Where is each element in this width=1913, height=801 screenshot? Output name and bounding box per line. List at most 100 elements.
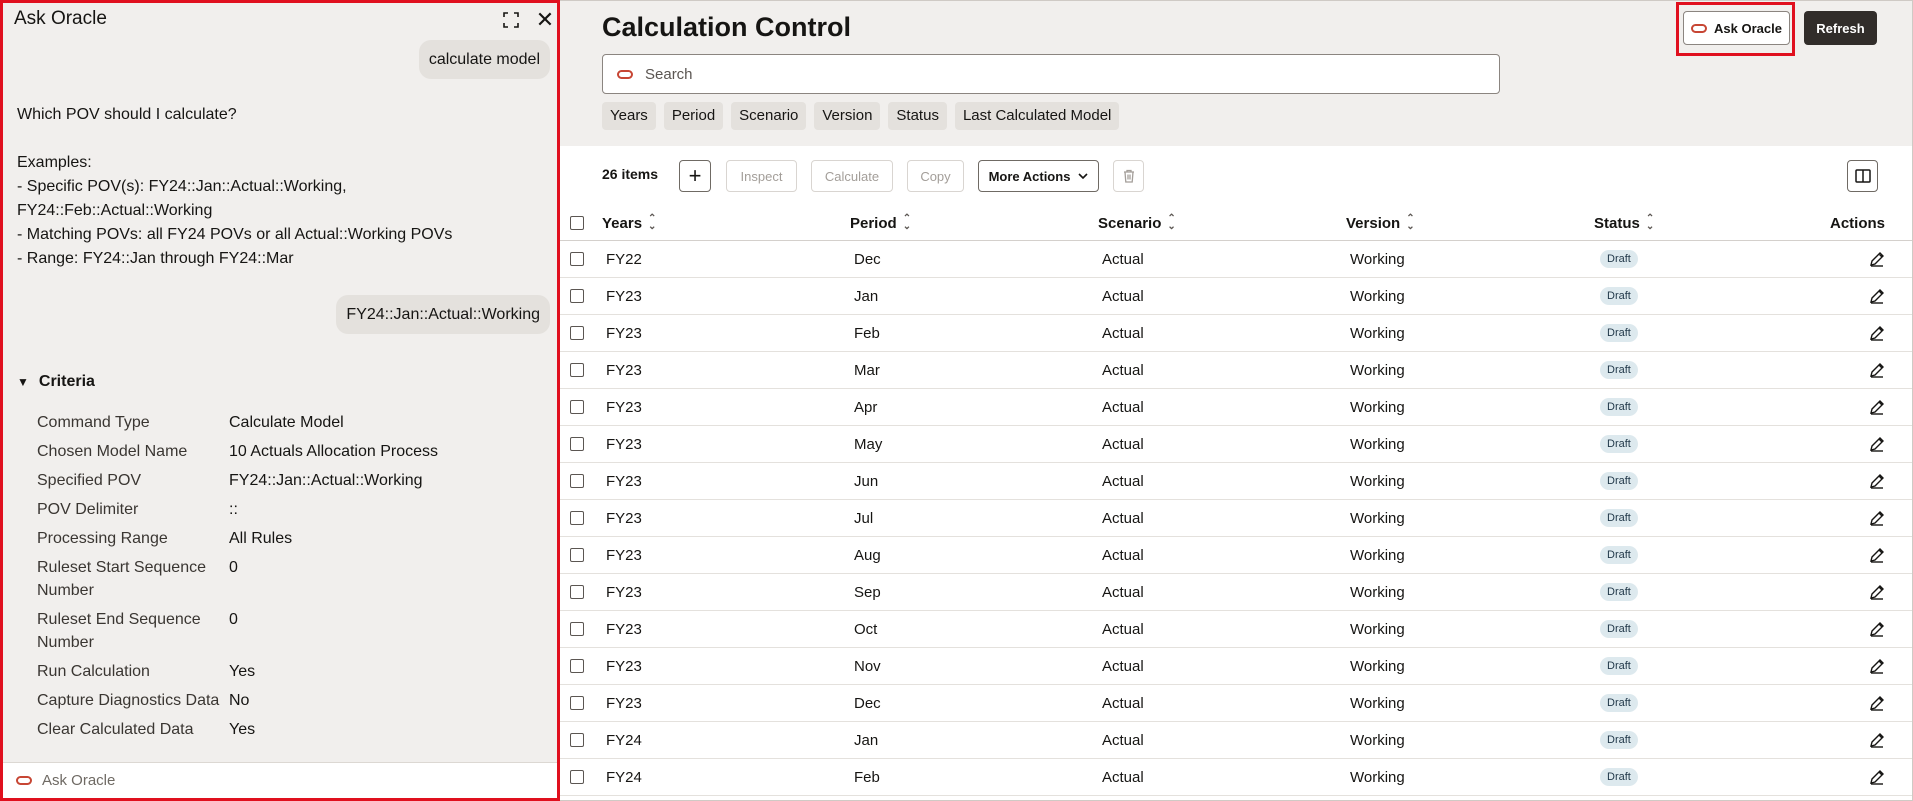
cell-period: Feb [854, 768, 880, 786]
row-checkbox[interactable] [570, 437, 584, 451]
cell-period: Apr [854, 398, 878, 416]
inspect-button[interactable]: Inspect [726, 160, 797, 192]
pencil-icon[interactable] [1869, 732, 1885, 748]
row-checkbox[interactable] [570, 363, 584, 377]
filter-chip-version[interactable]: Version [814, 102, 881, 130]
cell-scenario: Actual [1102, 546, 1144, 564]
select-all-checkbox[interactable] [570, 216, 584, 230]
more-actions-button[interactable]: More Actions [978, 160, 1099, 192]
pencil-icon[interactable] [1869, 325, 1885, 341]
cell-period: Jun [854, 472, 879, 490]
row-checkbox[interactable] [570, 252, 584, 266]
table-row[interactable]: FY23 Apr Actual Working Draft [560, 389, 1912, 426]
pencil-icon[interactable] [1869, 288, 1885, 304]
cell-period: Mar [854, 361, 880, 379]
cell-years: FY23 [606, 546, 642, 564]
table-row[interactable]: FY23 Feb Actual Working Draft [560, 315, 1912, 352]
pencil-icon[interactable] [1869, 436, 1885, 452]
expand-icon[interactable] [499, 8, 523, 32]
row-checkbox[interactable] [570, 585, 584, 599]
calculate-button[interactable]: Calculate [811, 160, 893, 192]
pencil-icon[interactable] [1869, 695, 1885, 711]
pencil-icon[interactable] [1869, 510, 1885, 526]
filter-chip-scenario[interactable]: Scenario [731, 102, 807, 130]
row-checkbox[interactable] [570, 289, 584, 303]
status-badge: Draft [1600, 250, 1638, 268]
sort-icon: ⌃ ⌄ [1406, 213, 1415, 232]
table-row[interactable]: FY23 Jul Actual Working Draft [560, 500, 1912, 537]
split-panel-icon [1854, 169, 1871, 183]
filter-chip-period[interactable]: Period [663, 102, 724, 130]
criteria-row: Ruleset End Sequence Number 0 [37, 608, 547, 654]
pencil-icon[interactable] [1869, 584, 1885, 600]
split-panel-button[interactable] [1847, 160, 1878, 192]
status-badge: Draft [1600, 324, 1638, 342]
column-header-years[interactable]: Years ⌃ ⌄ [602, 206, 656, 240]
cell-period: Jan [854, 731, 879, 749]
pencil-icon[interactable] [1869, 547, 1885, 563]
ask-oracle-input[interactable] [42, 772, 512, 789]
cell-period: Dec [854, 694, 881, 712]
pencil-icon[interactable] [1869, 399, 1885, 415]
row-checkbox[interactable] [570, 474, 584, 488]
refresh-button[interactable]: Refresh [1804, 11, 1877, 45]
table-row[interactable]: FY24 Feb Actual Working Draft [560, 759, 1912, 796]
row-checkbox[interactable] [570, 622, 584, 636]
cell-period: May [854, 435, 883, 453]
table-row[interactable]: FY23 Jun Actual Working Draft [560, 463, 1912, 500]
filter-chip-status[interactable]: Status [888, 102, 947, 130]
row-checkbox[interactable] [570, 400, 584, 414]
search-box [602, 54, 1500, 94]
row-checkbox[interactable] [570, 511, 584, 525]
assistant-line [17, 127, 547, 151]
delete-button[interactable] [1113, 160, 1144, 192]
column-header-version[interactable]: Version ⌃ ⌄ [1346, 206, 1415, 240]
table-row[interactable]: FY23 May Actual Working Draft [560, 426, 1912, 463]
column-header-actions: Actions [1829, 214, 1885, 232]
column-header-status[interactable]: Status ⌃ ⌄ [1594, 206, 1654, 240]
ask-oracle-button[interactable]: Ask Oracle [1683, 11, 1790, 45]
cell-years: FY23 [606, 583, 642, 601]
pencil-icon[interactable] [1869, 473, 1885, 489]
filter-chip-last-calculated-model[interactable]: Last Calculated Model [954, 102, 1120, 130]
row-checkbox[interactable] [570, 770, 584, 784]
add-button[interactable]: + [679, 160, 711, 192]
more-actions-label: More Actions [988, 168, 1071, 184]
ask-oracle-button-label: Ask Oracle [1714, 20, 1782, 36]
criteria-key: Ruleset Start Sequence Number [37, 559, 206, 599]
table-row[interactable]: FY23 Nov Actual Working Draft [560, 648, 1912, 685]
table-row[interactable]: FY23 Oct Actual Working Draft [560, 611, 1912, 648]
row-checkbox[interactable] [570, 733, 584, 747]
table-row[interactable]: FY23 Sep Actual Working Draft [560, 574, 1912, 611]
plus-icon: + [688, 163, 702, 188]
table-row[interactable]: FY23 Jan Actual Working Draft [560, 278, 1912, 315]
pencil-icon[interactable] [1869, 362, 1885, 378]
table-row[interactable]: FY24 Jan Actual Working Draft [560, 722, 1912, 759]
row-checkbox[interactable] [570, 548, 584, 562]
cell-scenario: Actual [1102, 768, 1144, 786]
pencil-icon[interactable] [1869, 658, 1885, 674]
criteria-value: 10 Actuals Allocation Process [229, 443, 439, 460]
criteria-value: 0 [229, 559, 238, 576]
criteria-disclosure[interactable]: ▼ Criteria [17, 373, 95, 391]
assistant-line: Examples: [17, 154, 92, 171]
table-row[interactable]: FY23 Mar Actual Working Draft [560, 352, 1912, 389]
status-badge: Draft [1600, 287, 1638, 305]
table-row[interactable]: FY22 Dec Actual Working Draft [560, 241, 1912, 278]
close-icon[interactable]: ✕ [533, 8, 557, 32]
column-header-period[interactable]: Period ⌃ ⌄ [850, 206, 911, 240]
pencil-icon[interactable] [1869, 251, 1885, 267]
copy-button[interactable]: Copy [907, 160, 964, 192]
filter-chip-years[interactable]: Years [602, 102, 656, 130]
status-badge: Draft [1600, 435, 1638, 453]
pencil-icon[interactable] [1869, 769, 1885, 785]
cell-version: Working [1350, 472, 1405, 490]
row-checkbox[interactable] [570, 659, 584, 673]
table-row[interactable]: FY23 Dec Actual Working Draft [560, 685, 1912, 722]
table-row[interactable]: FY23 Aug Actual Working Draft [560, 537, 1912, 574]
column-header-scenario[interactable]: Scenario ⌃ ⌄ [1098, 206, 1176, 240]
search-input[interactable] [645, 65, 1485, 83]
pencil-icon[interactable] [1869, 621, 1885, 637]
row-checkbox[interactable] [570, 326, 584, 340]
row-checkbox[interactable] [570, 696, 584, 710]
